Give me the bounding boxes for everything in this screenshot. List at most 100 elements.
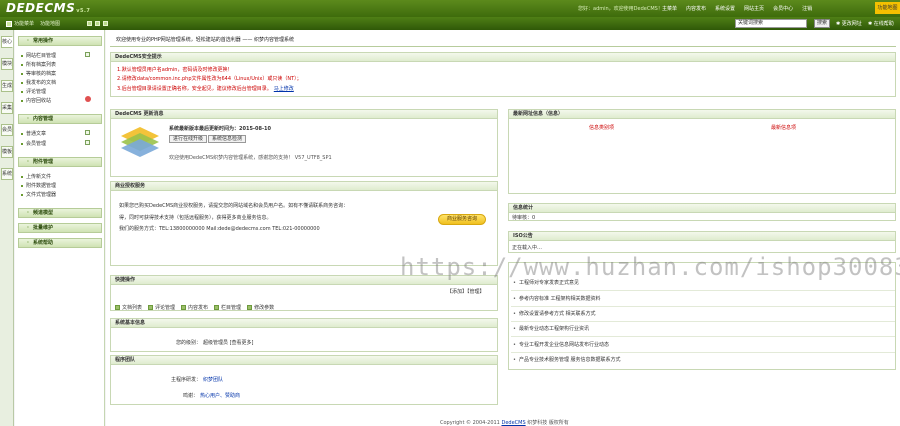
menu-item-attach-data[interactable]: 附件数据管理 — [21, 182, 56, 189]
quick-add-manage[interactable]: 【添加】【管理】 — [447, 288, 485, 295]
quick-link-settings[interactable]: 修改参数 — [247, 304, 274, 311]
add-article-icon[interactable] — [85, 130, 90, 135]
function-map-link[interactable]: 功能地图 — [40, 20, 60, 27]
layout-icon[interactable] — [87, 21, 92, 26]
welcome-text: 欢迎使用专业的PHP网站管理系统，轻松建站的首选利器 —— 织梦内容管理系统 — [116, 37, 294, 43]
security-warning-3: 3.后台管理目录请设置正确名称，安全起见，建议修改后台管理目录。 马上修改 — [117, 86, 294, 92]
version-panel: DedeCMS 更新消息 系统最新版本最后更新时间为：2015-08-10 进行… — [110, 109, 498, 177]
search-input[interactable]: 关键词搜索 — [735, 19, 807, 28]
news-item[interactable]: 修改设置请参考方式 相关联系方式 — [513, 310, 596, 317]
security-warning-2: 2.请修改data/common.inc.php文件属性改为644（Linux/… — [117, 76, 302, 82]
user-level: 您的级别： 超级管理员 [查看更多] — [176, 340, 254, 346]
news-item[interactable]: 专业工程开发企业信息网站发布行业动态 — [513, 341, 609, 348]
business-line-2: 得，同时可获得技术支持（包括远程服务），获得更多商业服务信息。 — [119, 215, 272, 221]
menu-item-file-manager[interactable]: 文件式管理器 — [21, 191, 56, 198]
app-logo[interactable]: DEDECMSv5.7 — [6, 1, 90, 15]
settings-icon — [247, 305, 253, 310]
info-panel: 最新网址信息（信息） 信息类别项 最新信息项 — [508, 109, 896, 194]
quick-link-comments[interactable]: 评论管理 — [148, 304, 175, 311]
menu-group-channel[interactable]: 频道模型 — [18, 208, 102, 218]
vtab-template[interactable]: 模板 — [1, 146, 13, 158]
publish-icon — [181, 305, 187, 310]
nav-homepage[interactable]: 网站主页 — [744, 5, 764, 12]
quick-link-publish[interactable]: 内容发布 — [181, 304, 208, 311]
menu-item-upload[interactable]: 上传新文件 — [21, 173, 51, 180]
divider — [110, 46, 896, 47]
vertical-tabs: 核心 模块 生成 采集 会员 模板 系统 — [0, 30, 14, 426]
nav-logout[interactable]: 注销 — [802, 5, 812, 12]
vtab-collect[interactable]: 采集 — [1, 102, 13, 114]
system-check-button[interactable]: 系统信息检测 — [208, 135, 247, 143]
news-separator — [511, 336, 895, 337]
notice-title: ISO公告 — [509, 232, 895, 241]
thanks-link[interactable]: 热心用户、赞助商 — [200, 393, 240, 399]
thanks: 鸣谢： 热心用户、赞助商 — [183, 393, 241, 399]
user-greeting: 您好：admin，欢迎使用DedeCMS！ — [578, 6, 663, 12]
news-item[interactable]: 最新专业动态工程架构行业资讯 — [513, 325, 589, 332]
quick-link-doc-list[interactable]: 文档列表 — [115, 304, 142, 311]
menu-item-my-docs[interactable]: 我发布的文档 — [21, 79, 56, 86]
vtab-core[interactable]: 核心 — [1, 36, 13, 48]
menu-item-all-docs[interactable]: 所有档案列表 — [21, 61, 56, 68]
watermark-text: https://www.huzhan.com/ishop30083 — [400, 253, 900, 281]
dedecms-cube-icon — [121, 127, 159, 157]
footer: Copyright © 2004-2011 DedeCMS 织梦科技 版权所有 — [440, 420, 569, 426]
stats-title: 信息统计 — [509, 204, 895, 213]
news-separator — [511, 290, 895, 291]
notice-panel: ISO公告 正在载入中… — [508, 231, 896, 253]
change-site-link[interactable]: ✱ 更改网址 — [836, 20, 862, 27]
quick-link-categories[interactable]: 栏目管理 — [214, 304, 241, 311]
vtab-member[interactable]: 会员 — [1, 124, 13, 136]
menu-item-pending[interactable]: 等审核的档案 — [21, 70, 56, 77]
function-map-button[interactable]: 功能地图 — [875, 2, 900, 14]
version-title: DedeCMS 更新消息 — [111, 110, 497, 119]
fix-now-link[interactable]: 马上修改 — [274, 86, 294, 92]
add-member-icon[interactable] — [85, 140, 90, 145]
info-category-link[interactable]: 信息类别项 — [589, 124, 614, 131]
recycle-gear-icon[interactable] — [85, 96, 91, 102]
news-separator — [511, 352, 895, 353]
vtab-module[interactable]: 模块 — [1, 58, 13, 70]
function-menu-link[interactable]: 功能菜单 — [6, 20, 34, 27]
business-line-3: 我们的服务方式：TEL:13800000000 Mail:dede@dedecm… — [119, 226, 320, 232]
menu-group-common[interactable]: 常用操作 — [18, 36, 102, 46]
menu-group-batch[interactable]: 批量维护 — [18, 223, 102, 233]
menu-group-help[interactable]: 系统帮助 — [18, 238, 102, 248]
app-version: v5.7 — [76, 8, 91, 14]
sysinfo-title: 系统基本信息 — [111, 319, 497, 328]
online-upgrade-button[interactable]: 进行在线升级 — [169, 135, 208, 143]
search-button[interactable]: 搜索 — [814, 19, 830, 28]
layout-icon[interactable] — [95, 21, 100, 26]
top-bar: DEDECMSv5.7 您好：admin，欢迎使用DedeCMS！ 主菜单 内容… — [0, 0, 900, 17]
nav-main-menu[interactable]: 主菜单 — [662, 5, 677, 12]
menu-item-article[interactable]: 普通文章 — [21, 130, 46, 137]
layout-icon[interactable] — [103, 21, 108, 26]
layout-icons — [87, 21, 108, 26]
menu-item-comments[interactable]: 评论管理 — [21, 88, 46, 95]
menu-item-recycle[interactable]: 内容回收站 — [21, 97, 51, 104]
menu-group-attach[interactable]: 附件管理 — [18, 157, 102, 167]
nav-member-center[interactable]: 会员中心 — [773, 5, 793, 12]
latest-version-text: 系统最新版本最后更新时间为：2015-08-10 — [169, 126, 271, 132]
security-panel: DedeCMS安全提示 1.默认管理员用户名admin，密码请及时修改更换！ 2… — [110, 52, 896, 97]
info-latest-link[interactable]: 最新信息项 — [771, 124, 796, 131]
menu-group-content[interactable]: 内容管理 — [18, 114, 102, 124]
version-note: 欢迎使用DedeCMS织梦内容管理系统，感谢您的支持！ V57_UTF8_SP1 — [169, 155, 332, 161]
online-help-link[interactable]: ✱ 在线帮助 — [868, 20, 894, 27]
top-nav: 主菜单 内容发布 系统设置 网站主页 会员中心 注销 — [662, 5, 812, 12]
nav-publish[interactable]: 内容发布 — [686, 5, 706, 12]
nav-system[interactable]: 系统设置 — [715, 5, 735, 12]
vtab-generate[interactable]: 生成 — [1, 80, 13, 92]
add-category-icon[interactable] — [85, 52, 90, 57]
business-consult-button[interactable]: 商业服务咨询 — [438, 214, 486, 225]
menu-item-members[interactable]: 会员管理 — [21, 140, 46, 147]
menu-item-categories[interactable]: 网站栏目管理 — [21, 52, 56, 59]
dev-team-link[interactable]: 织梦团队 — [203, 377, 223, 383]
vtab-system[interactable]: 系统 — [1, 168, 13, 180]
news-item[interactable]: 参考内容标准 工程架构相关数据资料 — [513, 295, 601, 302]
business-line-1: 如果您已购买DedeCMS商业授权服务，请提交您的网站域名和会员用户名。如有不懂… — [119, 203, 349, 209]
doc-icon — [115, 305, 120, 310]
sysinfo-panel: 系统基本信息 您的级别： 超级管理员 [查看更多] — [110, 318, 498, 352]
footer-brand-link[interactable]: DedeCMS — [501, 420, 525, 426]
news-item[interactable]: 产品专业技术服务管理 服务信息数据联系方式 — [513, 356, 621, 363]
